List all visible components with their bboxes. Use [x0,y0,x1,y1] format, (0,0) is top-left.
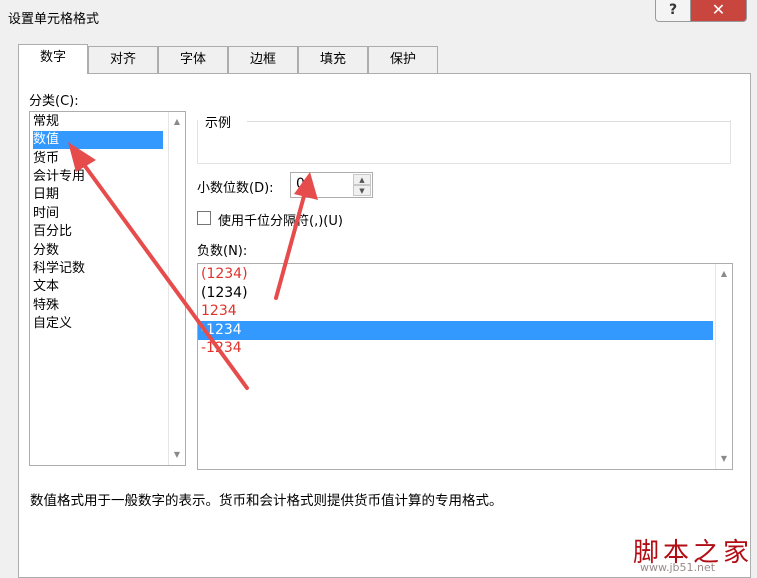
category-item-date[interactable]: 日期 [33,186,59,204]
category-label: 分类(C): [29,94,79,109]
category-item-custom[interactable]: 自定义 [33,315,72,333]
watermark-url: www.jb51.net [640,561,716,574]
tab-protection[interactable]: 保护 [368,46,438,73]
sample-group: 示例 [197,108,731,164]
category-item-scientific[interactable]: 科学记数 [33,260,85,278]
category-item-general[interactable]: 常规 [33,113,59,131]
negative-item-red[interactable]: 1234 [201,302,713,321]
decimal-places-label: 小数位数(D): [197,181,274,196]
title-bar: 设置单元格格式 ? ✕ [0,0,757,34]
category-item-percentage[interactable]: 百分比 [33,223,72,241]
category-item-time[interactable]: 时间 [33,205,59,223]
stepper-up-icon[interactable]: ▲ [353,174,371,185]
scroll-down-icon[interactable]: ▼ [169,447,185,463]
category-item-fraction[interactable]: 分数 [33,242,59,260]
help-button[interactable]: ? [655,0,691,22]
category-item-text[interactable]: 文本 [33,278,59,296]
negative-numbers-label: 负数(N): [197,244,248,259]
negative-item-red-minus[interactable]: -1234 [201,339,713,358]
negative-item-parens[interactable]: (1234) [201,284,713,303]
tab-fill[interactable]: 填充 [298,46,368,73]
thousands-separator-label[interactable]: 使用千位分隔符(,)(U) [218,210,343,229]
sample-preview [197,120,731,164]
category-list[interactable]: 常规 数值 货币 会计专用 日期 时间 百分比 分数 科学记数 文本 特殊 自定… [29,111,186,466]
tab-font[interactable]: 字体 [158,46,228,73]
decimal-places-stepper[interactable]: 0 ▲ ▼ [290,172,373,198]
negative-scrollbar[interactable]: ▲ ▼ [715,264,732,469]
tab-alignment[interactable]: 对齐 [88,46,158,73]
thousands-separator-checkbox[interactable] [197,211,211,225]
scroll-up-icon[interactable]: ▲ [169,114,185,130]
category-scrollbar[interactable]: ▲ ▼ [168,112,185,465]
tab-number[interactable]: 数字 [18,44,88,74]
negative-item-red-parens[interactable]: (1234) [201,265,713,284]
tab-border[interactable]: 边框 [228,46,298,73]
stepper-buttons: ▲ ▼ [353,174,371,196]
negative-numbers-list[interactable]: (1234) (1234) 1234 -1234 -1234 ▲ ▼ [197,263,733,470]
close-button[interactable]: ✕ [690,0,747,22]
category-item-special[interactable]: 特殊 [33,297,59,315]
category-item-accounting[interactable]: 会计专用 [33,168,85,186]
format-description: 数值格式用于一般数字的表示。货币和会计格式则提供货币值计算的专用格式。 [30,493,503,509]
category-item-currency[interactable]: 货币 [33,150,59,168]
negative-item-minus[interactable]: -1234 [198,321,713,340]
dialog-title: 设置单元格格式 [8,12,100,27]
stepper-down-icon[interactable]: ▼ [353,185,371,196]
scroll-down-icon[interactable]: ▼ [716,451,732,467]
scroll-up-icon[interactable]: ▲ [716,266,732,282]
decimal-places-value[interactable]: 0 [296,176,305,192]
category-item-number[interactable]: 数值 [33,131,163,150]
